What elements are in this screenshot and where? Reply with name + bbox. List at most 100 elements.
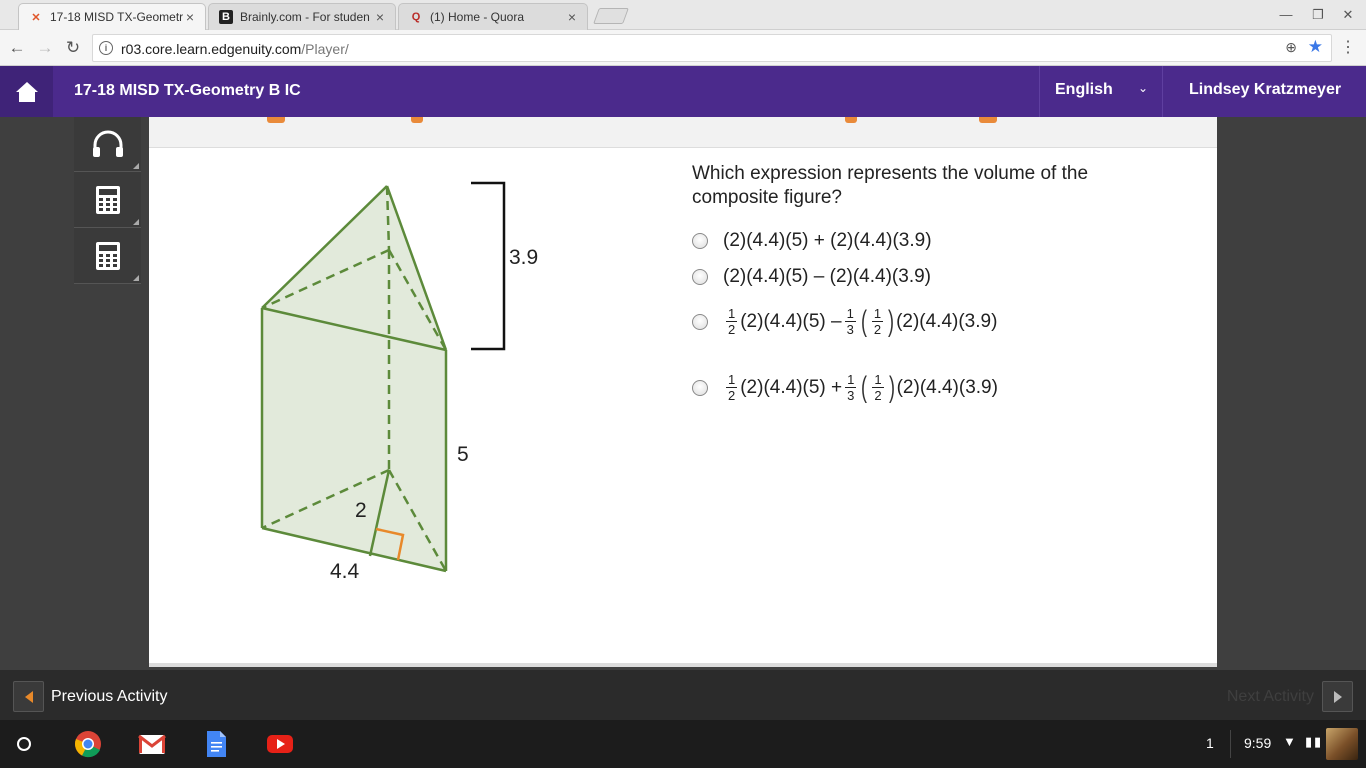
minimize-icon[interactable]: — [1275, 4, 1297, 26]
url-path: /Player/ [301, 41, 349, 57]
fraction: 12 [726, 306, 738, 337]
fraction-numerator: 1 [844, 306, 856, 322]
close-tab-icon[interactable]: × [373, 9, 387, 25]
scrolled-header-strip [149, 117, 1217, 148]
fraction: 12 [872, 372, 884, 403]
browser-menu-icon[interactable]: ⋮ [1340, 38, 1356, 58]
answer-option-3[interactable]: 12 (2)(4.4)(5) – 13 (1 2) (2)(4.4)(3.9) [692, 306, 997, 337]
calculator-icon [95, 186, 120, 214]
restore-icon[interactable]: ❐ [1307, 4, 1329, 26]
tab-brainly[interactable]: B Brainly.com - For studen × [208, 3, 396, 30]
language-selector[interactable]: English ⌄ [1039, 66, 1163, 117]
answer-option-1[interactable]: (2)(4.4)(5) + (2)(4.4)(3.9) [692, 230, 932, 252]
zoom-icon[interactable]: ⊕ [1285, 39, 1297, 56]
back-arrow-icon[interactable]: ← [6, 37, 28, 59]
fraction-numerator: 1 [871, 306, 884, 322]
height-label: 3.9 [509, 246, 538, 269]
option-expression: (2)(4.4)(5) + (2)(4.4)(3.9) [723, 230, 932, 251]
tab-label: 17-18 MISD TX-Geometry [50, 10, 183, 24]
option-expression: 12 (2)(4.4)(5) – 13 (1 2) (2)(4.4)(3.9) [723, 306, 997, 337]
base-edge-label: 4.4 [330, 560, 360, 583]
tab-edgenuity[interactable]: ✕ 17-18 MISD TX-Geometry × [18, 3, 206, 30]
fraction: 12 [871, 306, 884, 337]
google-docs-icon[interactable] [202, 730, 230, 758]
fraction: 13 [844, 306, 856, 337]
expression-part: (2)(4.4)(5) – [740, 310, 842, 332]
header-text-fragment [411, 117, 423, 123]
previous-activity-label[interactable]: Previous Activity [51, 688, 167, 706]
reload-icon[interactable]: ↻ [62, 37, 84, 59]
side-length-label: 5 [457, 443, 469, 466]
radio-button[interactable] [692, 313, 708, 330]
corner-marker-icon [133, 219, 139, 225]
chrome-icon[interactable] [74, 730, 102, 758]
fraction-denominator: 2 [728, 388, 736, 403]
calculator-tool-button[interactable] [74, 173, 141, 228]
browser-tab-strip: ✕ 17-18 MISD TX-Geometry × B Brainly.com… [0, 0, 1366, 30]
left-triangle-icon [24, 690, 33, 703]
answer-option-4[interactable]: 12 (2)(4.4)(5) + 13 (1 2) (2)(4.4)(3.9) [692, 372, 998, 403]
fraction-denominator: 2 [728, 322, 736, 337]
clock[interactable]: 9:59 [1244, 735, 1271, 751]
site-info-icon[interactable]: i [99, 41, 113, 55]
fraction: 12 [726, 372, 738, 403]
fraction-denominator: 2 [874, 388, 882, 403]
lock-icon[interactable]: ▮ [1305, 734, 1312, 750]
tab-label: Brainly.com - For studen [240, 10, 370, 24]
edgenuity-x-icon: ✕ [31, 11, 41, 24]
gmail-icon[interactable] [138, 730, 166, 758]
next-activity-button[interactable] [1322, 681, 1353, 712]
left-paren: ( [860, 304, 867, 338]
avatar[interactable] [1326, 728, 1358, 760]
new-tab-button[interactable] [593, 8, 629, 24]
chevron-down-icon: ⌄ [1137, 81, 1148, 95]
close-tab-icon[interactable]: × [183, 9, 197, 25]
corner-marker-icon [133, 163, 139, 169]
audio-tool-button[interactable] [74, 117, 141, 172]
composite-figure: 3.9 5 2 4.4 [260, 181, 538, 583]
address-bar[interactable]: i r03.core.learn.edgenuity.com/Player/ ⊕… [92, 34, 1332, 62]
youtube-icon[interactable] [266, 730, 294, 758]
language-label: English [1055, 81, 1113, 98]
right-paren: ) [888, 304, 895, 338]
content-bottom-border [149, 663, 1217, 667]
close-window-icon[interactable]: ✕ [1337, 4, 1359, 26]
radio-button[interactable] [692, 269, 708, 285]
fraction-denominator: 3 [846, 322, 854, 337]
radio-button[interactable] [692, 233, 708, 249]
url-text: r03.core.learn.edgenuity.com/Player/ [121, 41, 349, 57]
activity-nav-bar: Previous Activity Next Activity [0, 670, 1366, 720]
app-header: 17-18 MISD TX-Geometry B IC English ⌄ Li… [0, 66, 1366, 117]
user-name[interactable]: Lindsey Kratzmeyer [1189, 81, 1341, 99]
notification-count[interactable]: 1 [1206, 735, 1214, 751]
option-expression: (2)(4.4)(5) – (2)(4.4)(3.9) [723, 266, 931, 287]
launcher-icon[interactable] [17, 737, 31, 751]
wifi-icon[interactable]: ▼ [1283, 734, 1296, 749]
battery-icon[interactable]: ▮ [1314, 734, 1321, 750]
course-title: 17-18 MISD TX-Geometry B IC [74, 82, 301, 99]
expression-part: (2)(4.4)(5) + [740, 376, 843, 398]
header-text-fragment [267, 117, 285, 123]
tool-sidebar [74, 117, 141, 284]
close-tab-icon[interactable]: × [565, 9, 579, 25]
question-prompt: Which expression represents the volume o… [692, 163, 1089, 208]
tab-quora[interactable]: Q (1) Home - Quora × [398, 3, 588, 30]
header-text-fragment [845, 117, 857, 123]
tab-label: (1) Home - Quora [430, 10, 525, 24]
previous-activity-button[interactable] [13, 681, 44, 712]
bookmark-star-icon[interactable]: ★ [1308, 37, 1323, 57]
fraction-denominator: 3 [847, 388, 855, 403]
tray-separator [1230, 730, 1231, 758]
home-icon [15, 81, 38, 102]
fraction-numerator: 1 [845, 372, 857, 388]
forward-arrow-icon[interactable]: → [34, 37, 56, 59]
option-expression: 12 (2)(4.4)(5) + 13 (1 2) (2)(4.4)(3.9) [723, 372, 998, 403]
answer-option-2[interactable]: (2)(4.4)(5) – (2)(4.4)(3.9) [692, 266, 931, 288]
next-activity-label: Next Activity [1226, 688, 1314, 705]
right-triangle-icon [1333, 690, 1342, 703]
radio-button[interactable] [692, 379, 708, 396]
quora-q-icon: Q [411, 11, 421, 23]
scientific-calculator-tool-button[interactable] [74, 229, 141, 284]
home-button[interactable] [0, 66, 53, 117]
expression-part: (2)(4.4)(3.9) [896, 376, 998, 398]
